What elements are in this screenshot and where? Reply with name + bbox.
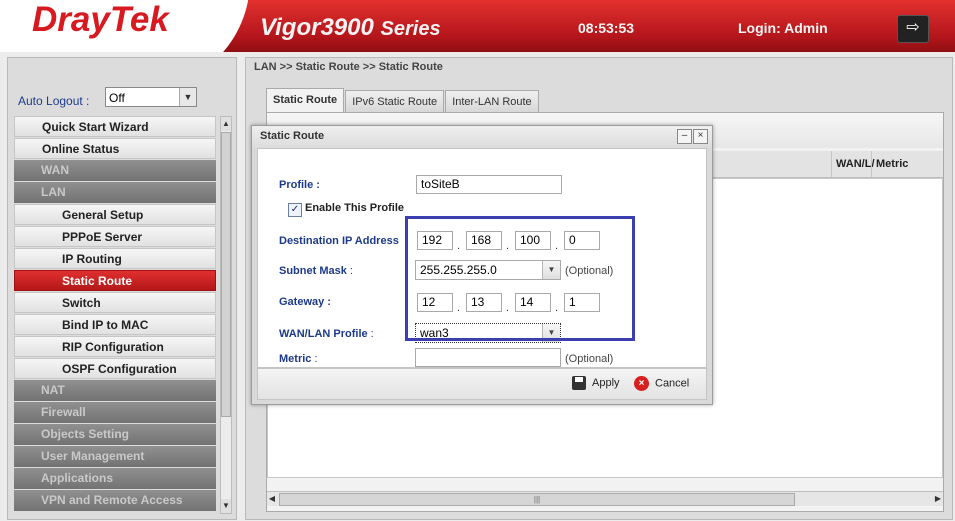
profile-input[interactable]: toSiteB: [416, 175, 562, 194]
scrollbar-thumb[interactable]: |||: [279, 493, 795, 506]
column-header-wan-lan[interactable]: WAN/L/: [831, 151, 875, 177]
metric-input[interactable]: [415, 348, 561, 367]
metric-label-text: Metric: [279, 353, 312, 365]
gateway-label: Gateway :: [279, 296, 331, 308]
enable-profile-label: Enable This Profile: [305, 202, 405, 214]
auto-logout-value: Off: [109, 91, 125, 105]
apply-label: Apply: [592, 376, 620, 389]
sidebar-item-wan[interactable]: WAN: [14, 160, 216, 181]
tab-bar: Static Route IPv6 Static Route Inter-LAN R…: [266, 88, 540, 113]
scroll-down-icon[interactable]: ▼: [221, 499, 231, 513]
sidebar: Auto Logout : Off ▼ Quick Start Wizard O…: [7, 57, 237, 520]
dialog-titlebar[interactable]: Static Route – ×: [252, 126, 712, 148]
tab-static-route[interactable]: Static Route: [266, 88, 345, 113]
cancel-button[interactable]: × Cancel: [634, 376, 689, 391]
wan-lan-profile-label-suffix: :: [367, 328, 374, 340]
sidebar-item-lan[interactable]: LAN: [14, 182, 216, 203]
enable-profile-checkbox[interactable]: ✓: [288, 203, 302, 217]
column-header-metric[interactable]: Metric: [871, 151, 920, 177]
apply-button[interactable]: Apply: [572, 376, 620, 390]
subnet-mask-label-suffix: :: [346, 265, 353, 277]
subnet-mask-label: Subnet Mask :: [279, 265, 353, 277]
product-name: Vigor3900 Series: [260, 14, 441, 42]
logout-button[interactable]: ⇨: [897, 15, 929, 43]
chevron-down-icon: ▼: [179, 88, 196, 106]
sidebar-item-applications[interactable]: Applications: [14, 468, 216, 489]
sidebar-item-pppoe-server[interactable]: PPPoE Server: [14, 226, 216, 247]
wan-lan-profile-label: WAN/LAN Profile :: [279, 328, 374, 340]
sidebar-item-static-route[interactable]: Static Route: [14, 270, 216, 291]
sidebar-item-ip-routing[interactable]: IP Routing: [14, 248, 216, 269]
cancel-label: Cancel: [655, 377, 690, 390]
close-icon[interactable]: ×: [693, 129, 708, 144]
auto-logout-select[interactable]: Off ▼: [105, 87, 197, 107]
sidebar-item-switch[interactable]: Switch: [14, 292, 216, 313]
scroll-up-icon[interactable]: ▲: [221, 117, 231, 131]
sidebar-item-objects-setting[interactable]: Objects Setting: [14, 424, 216, 445]
sidebar-item-ospf-configuration[interactable]: OSPF Configuration: [14, 358, 216, 379]
product-model: Vigor3900: [260, 14, 374, 41]
subnet-mask-label-text: Subnet Mask: [279, 265, 347, 277]
cancel-icon: ×: [634, 376, 649, 391]
sidebar-item-quick-start-wizard[interactable]: Quick Start Wizard: [14, 116, 216, 137]
sidebar-item-user-management[interactable]: User Management: [14, 446, 216, 467]
metric-label-suffix: :: [311, 353, 318, 365]
dialog-title: Static Route: [260, 130, 325, 142]
horizontal-scrollbar[interactable]: ◀ ||| ▶: [267, 491, 943, 506]
tab-inter-lan-route[interactable]: Inter-LAN Route: [445, 90, 539, 113]
sidebar-item-online-status[interactable]: Online Status: [14, 138, 216, 159]
login-status: Login: Admin: [738, 20, 828, 36]
minimize-icon[interactable]: –: [677, 129, 692, 144]
system-clock: 08:53:53: [578, 20, 635, 36]
highlight-box: [405, 216, 635, 341]
nav-menu: Quick Start Wizard Online Status WAN LAN…: [14, 116, 216, 514]
draytek-logo: DrayTek: [32, 0, 169, 39]
sidebar-item-bind-ip-to-mac[interactable]: Bind IP to MAC: [14, 314, 216, 335]
scrollbar-thumb[interactable]: [221, 132, 231, 417]
sidebar-scrollbar[interactable]: ▲ ▼: [220, 116, 232, 514]
scroll-right-icon[interactable]: ▶: [933, 493, 943, 504]
breadcrumb: LAN >> Static Route >> Static Route: [254, 61, 443, 73]
sidebar-item-firewall[interactable]: Firewall: [14, 402, 216, 423]
logout-icon: ⇨: [906, 19, 920, 36]
sidebar-item-nat[interactable]: NAT: [14, 380, 216, 401]
save-icon: [572, 376, 586, 390]
auto-logout-label: Auto Logout :: [18, 94, 90, 108]
dialog-footer: Apply × Cancel: [257, 368, 707, 400]
metric-optional-hint: (Optional): [565, 353, 614, 365]
sidebar-item-general-setup[interactable]: General Setup: [14, 204, 216, 225]
wan-lan-profile-label-text: WAN/LAN Profile: [279, 328, 368, 340]
profile-label: Profile :: [279, 179, 320, 191]
destination-ip-label: Destination IP Address: [279, 235, 399, 247]
header-bar: DrayTek Vigor3900 Series 08:53:53 Login:…: [0, 0, 955, 52]
product-series: Series: [380, 18, 441, 40]
scroll-left-icon[interactable]: ◀: [267, 493, 277, 504]
tab-ipv6-static-route[interactable]: IPv6 Static Route: [345, 90, 445, 113]
sidebar-item-rip-configuration[interactable]: RIP Configuration: [14, 336, 216, 357]
metric-label: Metric :: [279, 353, 318, 365]
sidebar-item-vpn-remote-access[interactable]: VPN and Remote Access: [14, 490, 216, 511]
